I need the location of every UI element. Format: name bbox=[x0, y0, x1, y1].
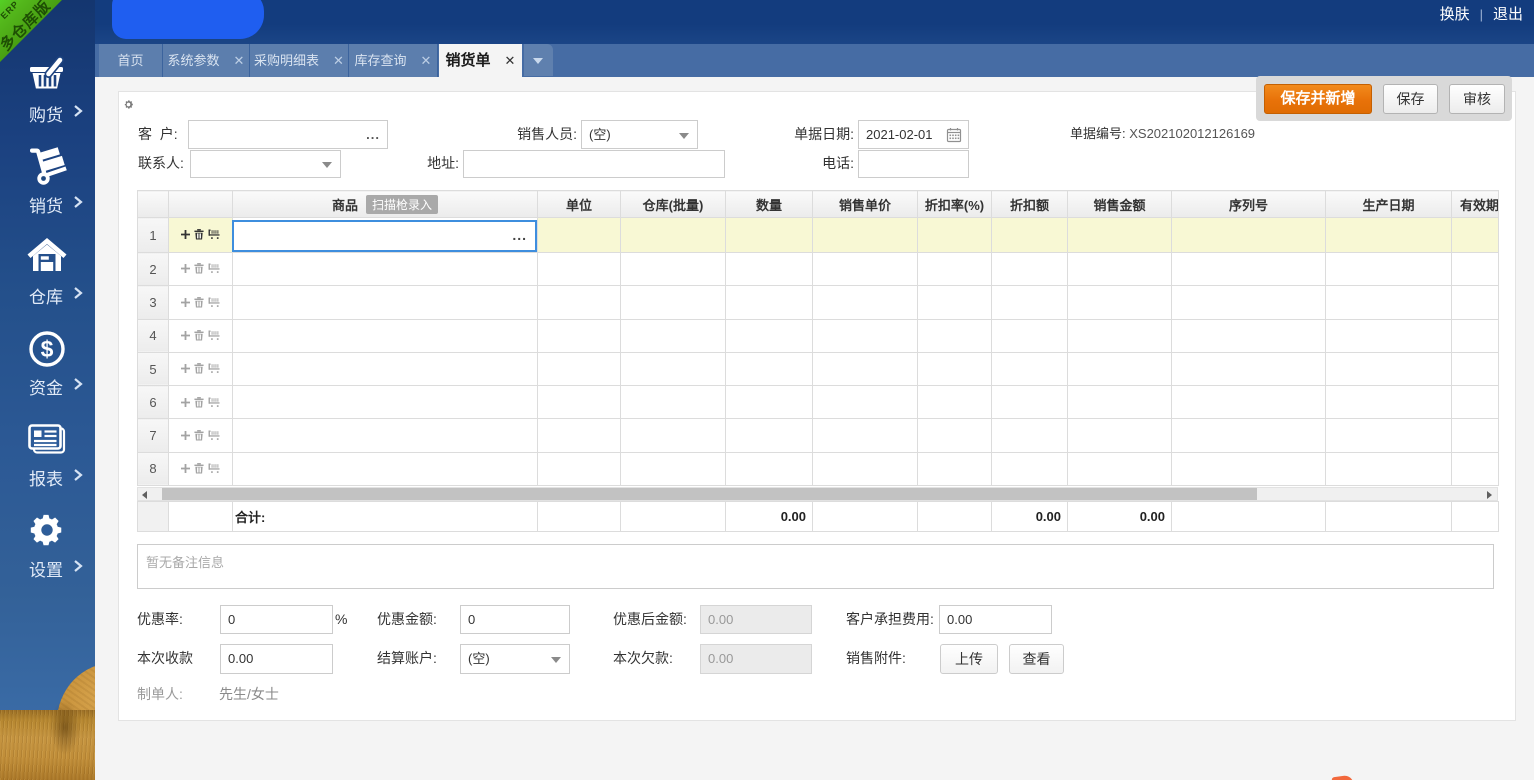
svg-text:$: $ bbox=[41, 336, 54, 362]
